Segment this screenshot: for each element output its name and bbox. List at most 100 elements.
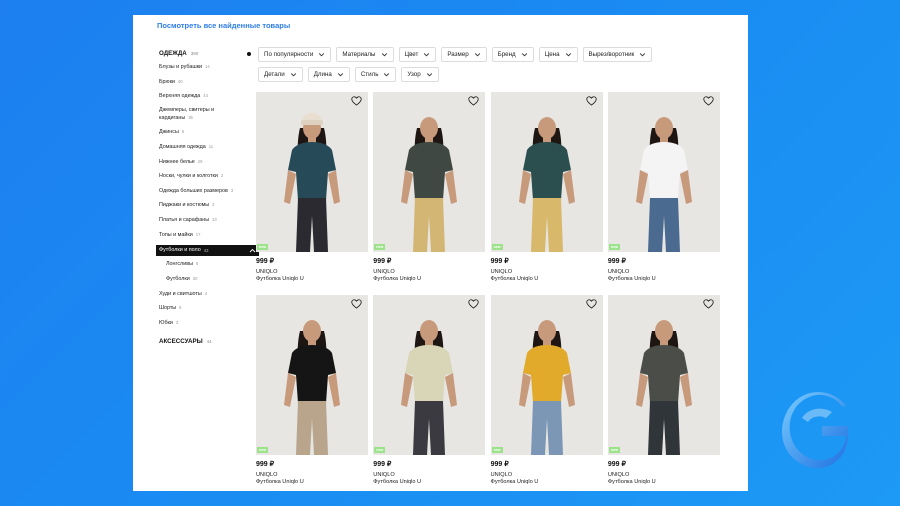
sidebar-item[interactable]: Топы и майки 17 bbox=[159, 231, 247, 239]
sidebar-item-count: 6 bbox=[195, 261, 199, 267]
product-brand: UNIQLO bbox=[373, 269, 395, 275]
filter-dropdown[interactable]: Детали bbox=[258, 67, 303, 82]
filter-label: Материалы bbox=[342, 51, 376, 58]
see-all-results-link[interactable]: Посмотреть все найденные товары bbox=[157, 21, 290, 30]
filter-dropdown[interactable]: Стиль bbox=[354, 67, 397, 82]
filter-bar: По популярности Материалы Цвет Размер Бренд Ц… bbox=[258, 47, 698, 87]
product-photo[interactable]: new bbox=[490, 295, 603, 455]
sidebar-item-count: 3 bbox=[230, 187, 234, 193]
product-price: 999 ₽ bbox=[607, 258, 626, 265]
filter-dropdown[interactable]: По популярности bbox=[258, 47, 332, 62]
sidebar-item[interactable]: Носки, чулки и колготки 2 bbox=[159, 172, 247, 180]
sidebar-item-count: 30 bbox=[192, 275, 198, 281]
sidebar-item[interactable]: Юбки 3 bbox=[159, 319, 247, 327]
product-price: 999 ₽ bbox=[256, 461, 275, 468]
category-clothing[interactable]: ОДЕЖДА 390 bbox=[159, 48, 251, 59]
filter-label: Размер bbox=[447, 51, 469, 58]
filter-label: Бренд bbox=[497, 51, 516, 58]
product-photo[interactable]: new bbox=[607, 92, 720, 252]
sidebar-subitem[interactable]: Лонгсливы 6 bbox=[159, 260, 247, 268]
heart-icon[interactable] bbox=[703, 96, 714, 106]
filter-dropdown[interactable]: Узор bbox=[401, 67, 439, 82]
sidebar-item-label: Джемперы, свитеры и кардиганы bbox=[159, 106, 215, 121]
sidebar-item-tshirts-polo[interactable]: Футболки и поло 43 bbox=[156, 245, 259, 257]
chevron-up-icon bbox=[249, 248, 256, 253]
sidebar-item[interactable]: Домашняя одежда 11 bbox=[159, 143, 247, 151]
heart-icon[interactable] bbox=[351, 96, 362, 106]
product-photo[interactable]: new bbox=[256, 295, 368, 455]
chevron-down-icon bbox=[319, 53, 325, 57]
chevron-down-icon bbox=[521, 53, 527, 57]
product-card[interactable]: new 999 ₽ UNIQLO Футболка Uniqlo U bbox=[607, 92, 720, 282]
sidebar-item-count: 11 bbox=[208, 143, 214, 149]
sidebar-item-label: Нижнее белье bbox=[159, 158, 195, 165]
product-card[interactable]: new 999 ₽ UNIQLO Футболка Uniqlo U bbox=[256, 92, 368, 282]
heart-icon[interactable] bbox=[351, 299, 362, 309]
sidebar-item[interactable]: Верхняя одежда 44 bbox=[159, 92, 247, 100]
sidebar-item[interactable]: Одежда больших размеров 3 bbox=[159, 187, 247, 195]
chevron-down-icon bbox=[384, 73, 390, 77]
expanded-dot-icon bbox=[247, 51, 251, 56]
new-badge: new bbox=[374, 244, 386, 250]
filter-label: Цена bbox=[544, 51, 560, 58]
filter-dropdown[interactable]: Длина bbox=[307, 67, 350, 82]
sidebar-item[interactable]: Платья и сарафаны 23 bbox=[159, 216, 247, 224]
product-card[interactable]: new 999 ₽ UNIQLO Футболка Uniqlo U bbox=[373, 295, 486, 485]
product-photo[interactable]: new bbox=[490, 92, 603, 252]
category-label: ОДЕЖДА bbox=[159, 50, 187, 57]
sidebar-item-count: 6 bbox=[179, 305, 182, 311]
product-model: Футболка Uniqlo U bbox=[373, 276, 422, 282]
filter-dropdown[interactable]: Размер bbox=[441, 47, 487, 62]
product-card[interactable]: new 999 ₽ UNIQLO Футболка Uniqlo U bbox=[490, 92, 603, 282]
sidebar-item[interactable]: Джинсы 6 bbox=[159, 128, 247, 136]
brand-logo-icon bbox=[782, 392, 848, 468]
product-card[interactable]: new 999 ₽ UNIQLO Футболка Uniqlo U bbox=[607, 295, 720, 485]
filter-dropdown[interactable]: Бренд bbox=[491, 47, 534, 62]
filter-dropdown[interactable]: Цена bbox=[538, 47, 578, 62]
sidebar-item-count: 40 bbox=[177, 78, 183, 84]
product-price: 999 ₽ bbox=[490, 461, 509, 468]
heart-icon[interactable] bbox=[703, 299, 714, 309]
sidebar-item-count: 35 bbox=[188, 114, 193, 120]
sidebar-item-count: 29 bbox=[197, 158, 203, 164]
sidebar-item-label: Футболки и поло bbox=[159, 247, 201, 254]
product-price: 999 ₽ bbox=[373, 258, 392, 265]
filter-label: Узор bbox=[407, 71, 421, 78]
filter-dropdown[interactable]: Материалы bbox=[336, 47, 394, 62]
sidebar-item-count: 2 bbox=[220, 173, 224, 179]
product-photo[interactable]: new bbox=[256, 92, 368, 252]
sidebar-item[interactable]: Пиджаки и костюмы 3 bbox=[159, 201, 247, 209]
sidebar-item[interactable]: Брюки 40 bbox=[159, 78, 247, 86]
sidebar-item[interactable]: Джемперы, свитеры и кардиганы 35 bbox=[159, 107, 247, 122]
heart-icon[interactable] bbox=[468, 96, 479, 106]
sidebar-item[interactable]: Нижнее белье 29 bbox=[159, 158, 247, 166]
catalog-page: Посмотреть все найденные товары ОДЕЖДА 3… bbox=[133, 15, 748, 491]
sidebar-subitem[interactable]: Футболки 30 bbox=[159, 275, 247, 283]
heart-icon[interactable] bbox=[468, 299, 479, 309]
sidebar-item[interactable]: Блузы и рубашки 14 bbox=[159, 63, 247, 71]
sidebar-item[interactable]: Худи и свитшоты 4 bbox=[159, 290, 247, 298]
product-photo[interactable]: new bbox=[607, 295, 720, 455]
category-accessories[interactable]: АКСЕССУАРЫ 44 bbox=[159, 336, 247, 347]
filter-dropdown[interactable]: Вырез/воротник bbox=[582, 47, 653, 62]
product-card[interactable]: new 999 ₽ UNIQLO Футболка Uniqlo U bbox=[490, 295, 603, 485]
chevron-down-icon bbox=[474, 53, 480, 57]
sidebar-item-count: 23 bbox=[212, 216, 217, 222]
product-photo[interactable]: new bbox=[373, 295, 486, 455]
filter-label: По популярности bbox=[264, 51, 314, 58]
product-card[interactable]: new 999 ₽ UNIQLO Футболка Uniqlo U bbox=[256, 295, 368, 485]
heart-icon[interactable] bbox=[585, 96, 597, 106]
filter-dropdown[interactable]: Цвет bbox=[398, 47, 437, 62]
heart-icon[interactable] bbox=[585, 299, 597, 309]
chevron-down-icon bbox=[565, 53, 571, 57]
product-model: Футболка Uniqlo U bbox=[256, 276, 304, 282]
sidebar-item[interactable]: Шорты 6 bbox=[159, 304, 247, 312]
product-card[interactable]: new 999 ₽ UNIQLO Футболка Uniqlo U bbox=[373, 92, 486, 282]
product-brand: UNIQLO bbox=[607, 472, 630, 478]
product-brand: UNIQLO bbox=[373, 472, 395, 478]
chevron-down-icon bbox=[640, 53, 646, 57]
product-photo[interactable]: new bbox=[373, 92, 486, 252]
product-brand: UNIQLO bbox=[490, 269, 513, 275]
product-model: Футболка Uniqlo U bbox=[373, 479, 422, 485]
chevron-down-icon bbox=[381, 53, 387, 57]
